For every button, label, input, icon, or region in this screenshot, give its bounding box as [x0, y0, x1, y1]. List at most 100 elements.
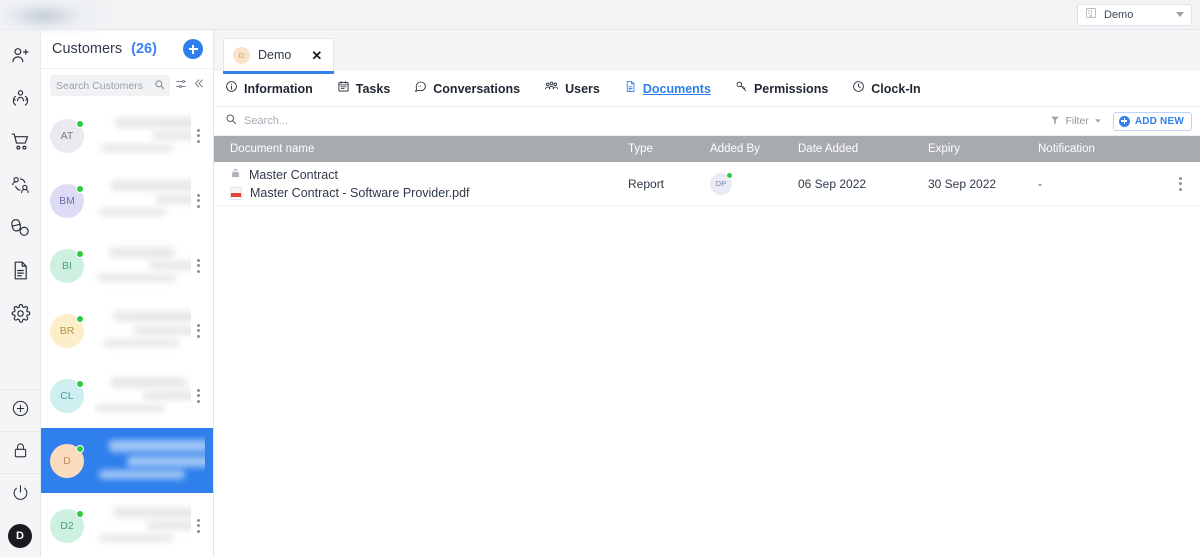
customer-list-item[interactable]: CL: [41, 363, 213, 428]
kebab-menu-icon[interactable]: [191, 128, 205, 143]
kebab-menu-icon[interactable]: [191, 193, 205, 208]
subtab-conversations[interactable]: Conversations: [414, 80, 533, 98]
online-status-dot: [76, 249, 84, 258]
clock-icon: [852, 80, 865, 98]
rail-item-medication[interactable]: [0, 208, 41, 251]
chat-bubble-icon: [414, 80, 427, 98]
rail-item-lock[interactable]: [0, 431, 41, 473]
org-selector[interactable]: Demo: [1077, 3, 1192, 26]
chevron-down-icon: [1176, 12, 1184, 17]
customer-name-redacted: [93, 436, 205, 486]
online-status-dot: [76, 509, 84, 518]
kebab-menu-icon[interactable]: [1173, 176, 1187, 191]
subtab-label: Documents: [642, 81, 711, 96]
add-customer-button[interactable]: [183, 39, 203, 59]
kebab-menu-icon[interactable]: [191, 323, 205, 338]
column-header-date-added: Date Added: [798, 143, 859, 155]
customers-search-box[interactable]: [50, 75, 170, 96]
document-icon: [10, 260, 31, 286]
kebab-menu-icon[interactable]: [191, 518, 205, 533]
rail-item-orders[interactable]: [0, 122, 41, 165]
customers-search-row: [41, 69, 213, 103]
customer-list-item[interactable]: BM: [41, 168, 213, 233]
top-bar: Demo: [0, 0, 1200, 30]
plus-circle-icon: [11, 399, 30, 423]
filter-icon: [1050, 112, 1060, 130]
customer-name-redacted: [93, 306, 191, 356]
table-body: Master Contract Master Contract - Softwa…: [214, 162, 1200, 206]
customer-list-item[interactable]: D: [41, 428, 213, 493]
avatar: BR: [50, 313, 84, 348]
body: D Customers (26) Search Customers AT BM …: [0, 30, 1200, 557]
chevron-down-icon: [1094, 112, 1102, 130]
avatar: DP: [710, 171, 733, 195]
sliders-icon[interactable]: [175, 77, 187, 95]
customer-list-item[interactable]: BR: [41, 298, 213, 363]
people-swap-icon: [10, 174, 31, 200]
customer-name-redacted: [93, 241, 191, 291]
subtab-documents[interactable]: Documents: [624, 80, 724, 98]
document-file-line[interactable]: Master Contract - Software Provider.pdf: [230, 186, 622, 200]
subtab-label: Clock-In: [871, 81, 921, 96]
person-plus-icon: [10, 45, 31, 71]
avatar: D2: [50, 508, 84, 543]
building-icon: [1085, 6, 1097, 24]
customer-list-item[interactable]: D2: [41, 493, 213, 557]
column-header-type: Type: [628, 143, 653, 155]
customers-title: Customers: [52, 41, 123, 57]
rail-item-settings[interactable]: [0, 294, 41, 337]
pills-icon: [10, 217, 31, 243]
filter-label: Filter: [1065, 115, 1089, 127]
cell-document-name: Master Contract Master Contract - Softwa…: [214, 167, 628, 200]
subtab-label: Permissions: [753, 81, 829, 96]
double-chevron-left-icon[interactable]: [192, 77, 205, 95]
tab-demo[interactable]: D Demo ✕: [223, 38, 335, 74]
subtab-users[interactable]: Users: [544, 80, 613, 98]
add-new-label: ADD NEW: [1134, 115, 1184, 127]
online-status-dot: [76, 119, 84, 128]
rail-item-staff-swap[interactable]: [0, 165, 41, 208]
rail-item-logout[interactable]: [0, 473, 41, 515]
subtab-clock-in[interactable]: Clock-In: [852, 80, 933, 98]
cell-date-added: 06 Sep 2022: [798, 176, 867, 191]
customer-list-item[interactable]: AT: [41, 103, 213, 168]
kebab-menu-icon[interactable]: [191, 388, 205, 403]
calendar-icon: [337, 80, 350, 98]
filter-button[interactable]: Filter: [1050, 112, 1101, 130]
customers-list[interactable]: AT BM BI BR CL D D2: [41, 103, 213, 557]
subtab-information[interactable]: Information: [225, 80, 326, 98]
customer-list-item[interactable]: BI: [41, 233, 213, 298]
column-header-expiry: Expiry: [928, 143, 960, 155]
customer-name-redacted: [93, 501, 191, 551]
avatar: BI: [50, 248, 84, 283]
cell-row-menu[interactable]: [1166, 176, 1200, 191]
kebab-menu-icon[interactable]: [191, 258, 205, 273]
documents-search-box[interactable]: [225, 112, 1050, 130]
search-icon[interactable]: [225, 112, 237, 130]
gear-icon: [10, 303, 31, 329]
subtab-tasks[interactable]: Tasks: [337, 80, 404, 98]
user-avatar[interactable]: D: [8, 524, 32, 548]
rail-item-add[interactable]: [0, 389, 41, 431]
customers-panel: Customers (26) Search Customers AT BM BI…: [41, 30, 214, 557]
plus-circle-icon: [1118, 115, 1130, 127]
rail-item-documents[interactable]: [0, 251, 41, 294]
close-icon[interactable]: ✕: [311, 49, 322, 62]
search-customers-input[interactable]: [56, 79, 150, 92]
icon-rail: D: [0, 30, 41, 557]
people-icon: [544, 80, 559, 98]
add-new-button[interactable]: ADD NEW: [1112, 111, 1192, 131]
rail-item-care[interactable]: [0, 79, 41, 122]
column-header-added-by: Added By: [710, 143, 760, 155]
table-row[interactable]: Master Contract Master Contract - Softwa…: [214, 162, 1200, 206]
subtab-bar: Information Tasks Conversations Users Do…: [214, 71, 1200, 107]
online-status-dot: [76, 314, 84, 323]
search-icon[interactable]: [154, 77, 165, 95]
subtab-permissions[interactable]: Permissions: [735, 80, 841, 98]
cell-notification: -: [1038, 176, 1042, 191]
rail-item-add-customer[interactable]: [0, 36, 41, 79]
column-header-document-name: Document name: [230, 143, 315, 155]
documents-search-input[interactable]: [244, 115, 444, 127]
document-title-line: Master Contract: [230, 167, 622, 182]
document-tabstrip: D Demo ✕: [214, 30, 1200, 74]
